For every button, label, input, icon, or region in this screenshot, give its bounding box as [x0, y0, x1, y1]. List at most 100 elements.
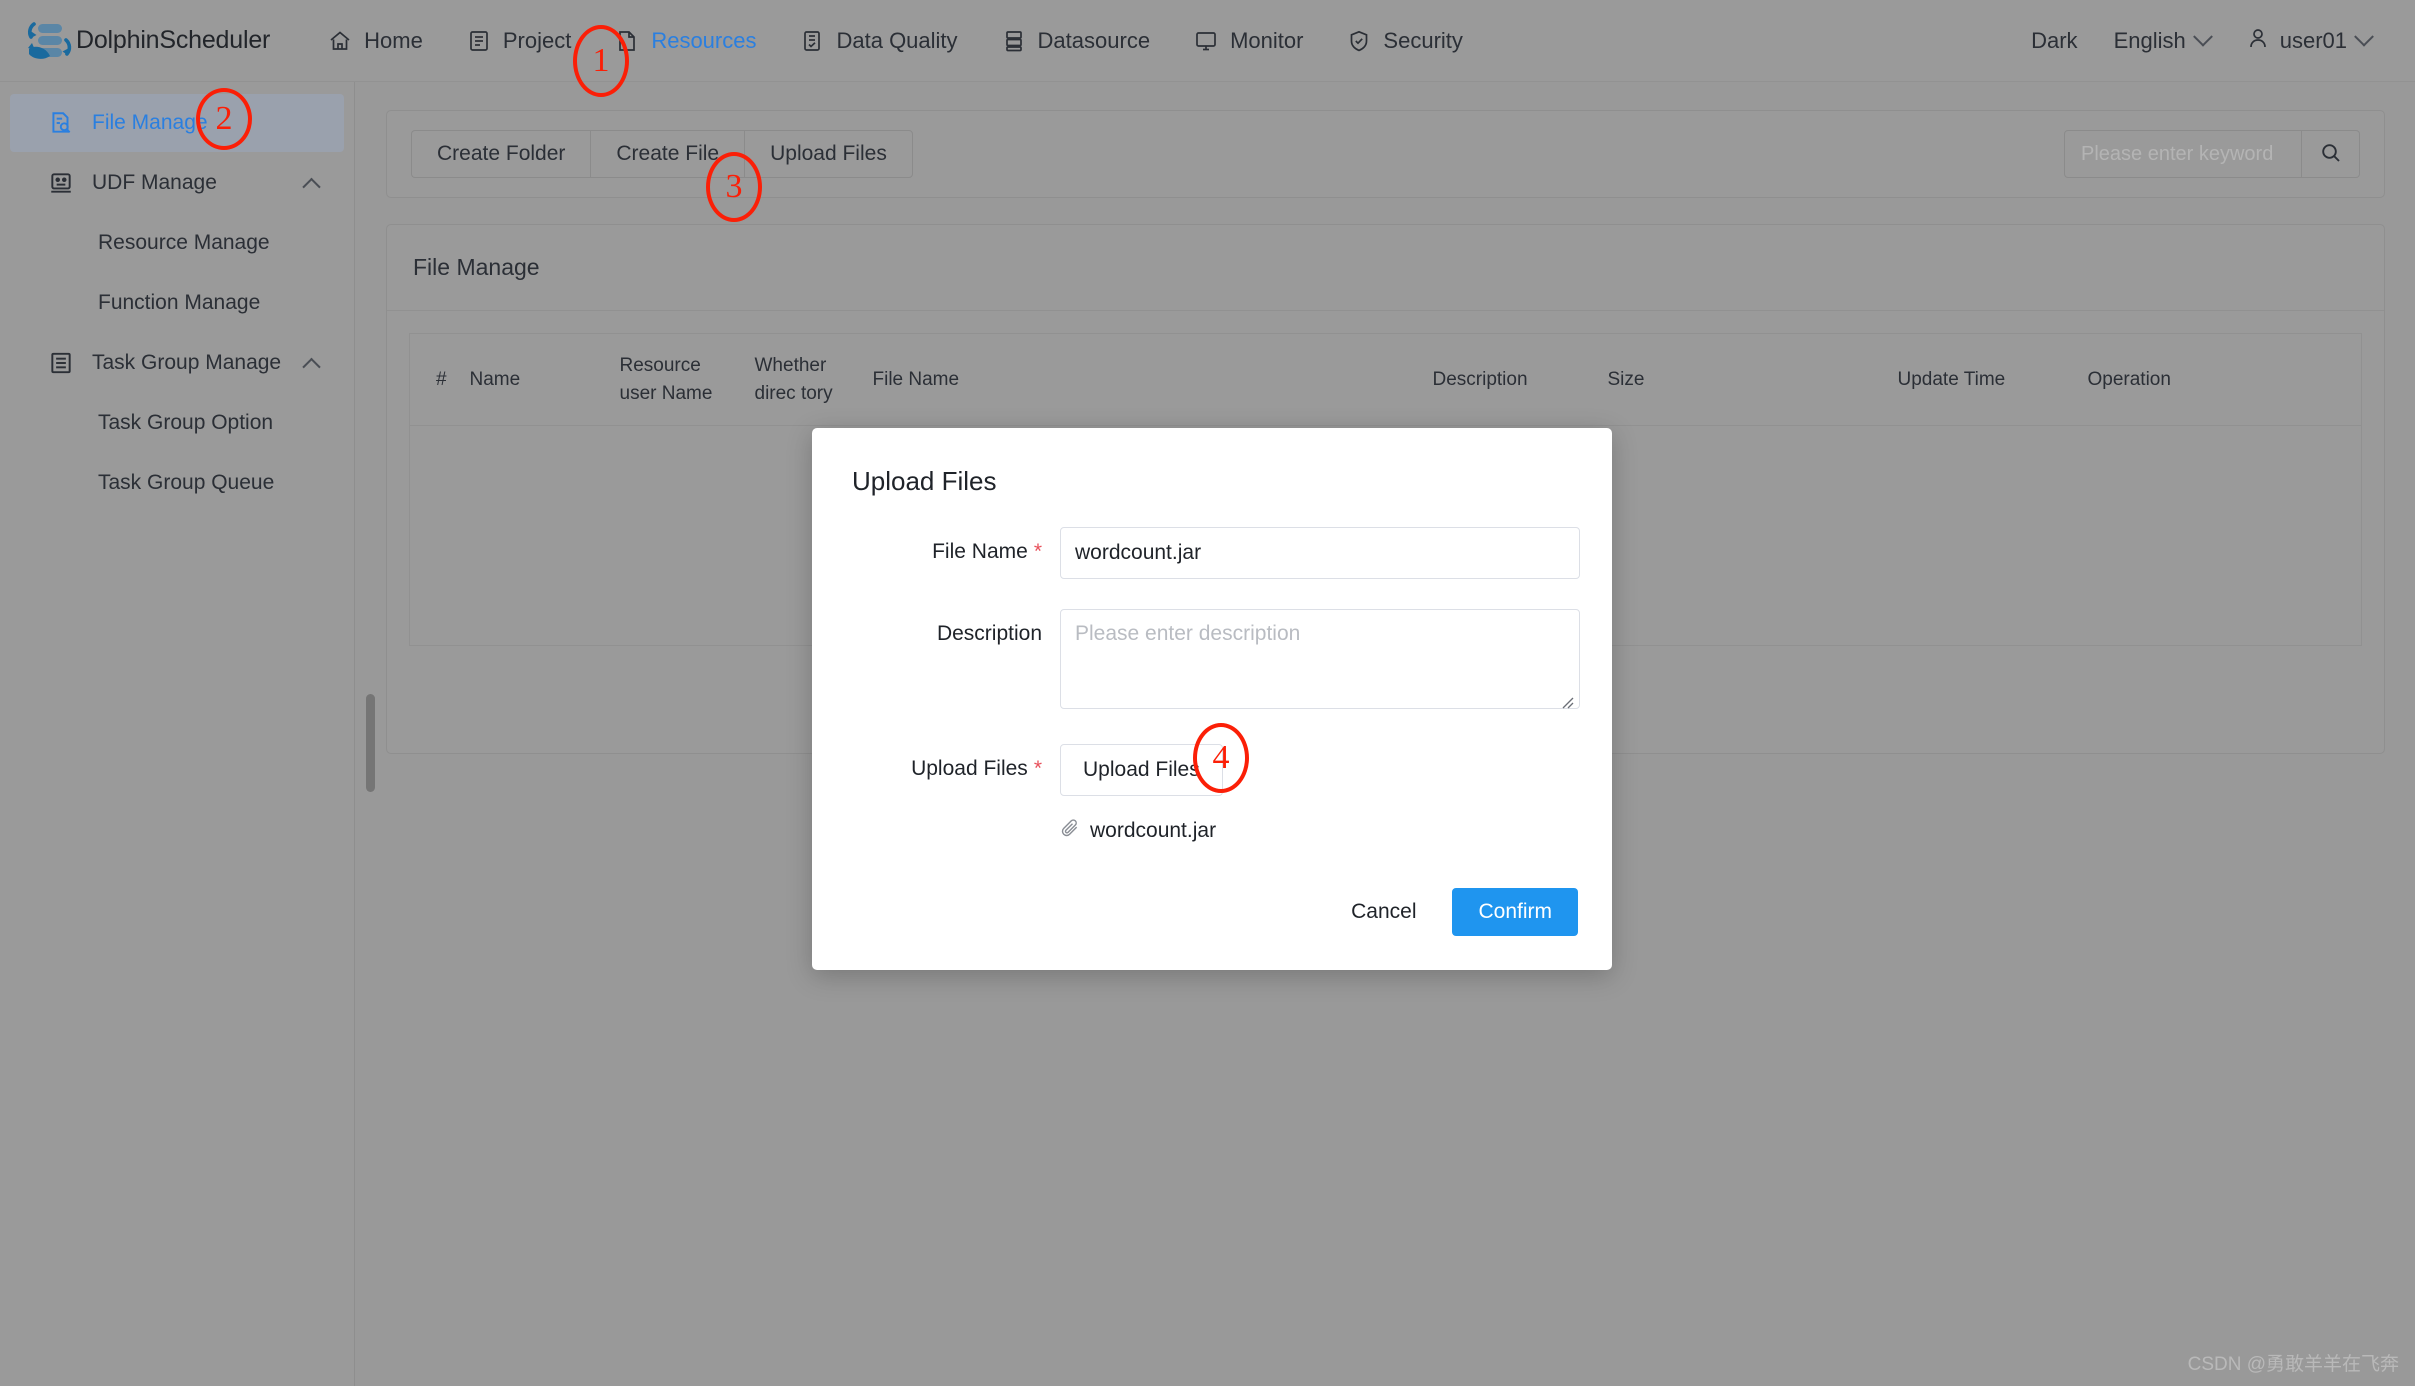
header-right-actions: Dark English user01 — [2013, 0, 2389, 82]
description-textarea[interactable] — [1060, 609, 1580, 709]
app-shell: DolphinScheduler Home Project Resources … — [0, 0, 2415, 1386]
column-index: # — [409, 333, 462, 427]
annotation-marker-4: 4 — [1193, 723, 1249, 793]
theme-toggle[interactable]: Dark — [2013, 28, 2095, 54]
sidebar-item-task-group-manage[interactable]: Task Group Manage — [10, 334, 344, 392]
toolbar-button-group: Create Folder Create File Upload Files — [411, 130, 913, 178]
udf-manage-icon — [48, 170, 82, 196]
task-group-icon — [48, 350, 82, 376]
search-area — [2064, 130, 2360, 178]
search-button[interactable] — [2302, 130, 2360, 178]
required-asterisk: * — [1033, 757, 1042, 780]
watermark: CSDN @勇敢羊羊在飞奔 — [2187, 1354, 2399, 1375]
sidebar-item-task-group-queue[interactable]: Task Group Queue — [10, 454, 344, 512]
upload-files-button[interactable]: Upload Files — [744, 130, 913, 178]
data-quality-icon — [800, 29, 824, 53]
upload-files-label-text: Upload Files — [911, 757, 1028, 780]
dialog-footer: Cancel Confirm — [1329, 888, 1578, 936]
toolbar-card: Create Folder Create File Upload Files — [386, 110, 2385, 198]
brand-name: DolphinScheduler — [76, 26, 271, 54]
nav-label-datasource: Datasource — [1037, 27, 1151, 53]
chevron-up-icon[interactable] — [302, 177, 321, 197]
cancel-button[interactable]: Cancel — [1329, 888, 1438, 936]
monitor-icon — [1194, 29, 1218, 53]
sidebar-item-udf-manage[interactable]: UDF Manage — [10, 154, 344, 212]
nav-label-project: Project — [502, 27, 572, 53]
nav-item-monitor[interactable]: Monitor — [1172, 0, 1325, 82]
brand-logo[interactable]: DolphinScheduler — [22, 18, 270, 64]
column-file-name: File Name — [864, 333, 1425, 427]
home-icon — [328, 29, 352, 53]
description-label: Description — [936, 622, 1042, 645]
create-folder-button[interactable]: Create Folder — [411, 130, 591, 178]
file-name-label-text: File Name — [932, 540, 1028, 563]
chevron-up-icon[interactable] — [302, 357, 321, 377]
sidebar-item-resource-manage[interactable]: Resource Manage — [10, 214, 344, 272]
user-name-label: user01 — [2279, 28, 2347, 53]
file-name-input[interactable] — [1060, 527, 1580, 579]
uploaded-file-item[interactable]: wordcount.jar — [1060, 818, 1223, 844]
column-name: Name — [461, 333, 612, 427]
upload-files-label: Upload Files * — [812, 744, 1042, 781]
sidebar-item-function-manage[interactable]: Function Manage — [10, 274, 344, 332]
sidebar-label: UDF Manage — [92, 171, 217, 194]
nav-item-project[interactable]: Project — [445, 0, 593, 82]
column-update-time: Update Time — [1889, 333, 2080, 427]
main-nav: Home Project Resources Data Quality Data… — [306, 0, 1485, 82]
app-root: DolphinScheduler Home Project Resources … — [0, 0, 2430, 1394]
column-resource-user-name: Resource user Name — [611, 333, 747, 427]
required-asterisk: * — [1033, 540, 1042, 563]
security-icon — [1347, 29, 1371, 53]
sidebar-label: Resource Manage — [98, 231, 270, 254]
nav-item-security[interactable]: Security — [1325, 0, 1484, 82]
sidebar-label: Task Group Queue — [98, 471, 275, 494]
top-header: DolphinScheduler Home Project Resources … — [0, 0, 2415, 82]
column-operation: Operation — [2079, 333, 2362, 427]
nav-label-security: Security — [1383, 27, 1463, 53]
file-name-field-wrap — [1060, 527, 1580, 579]
sidebar-label: File Manage — [92, 111, 208, 134]
paperclip-icon — [1060, 818, 1080, 844]
sidebar-label: Task Group Option — [98, 411, 274, 434]
annotation-marker-2: 2 — [196, 88, 252, 150]
nav-item-data-quality[interactable]: Data Quality — [778, 0, 979, 82]
confirm-button[interactable]: Confirm — [1452, 888, 1578, 936]
project-icon — [467, 29, 491, 53]
dolphin-logo-icon — [22, 18, 74, 64]
search-input[interactable] — [2064, 130, 2302, 178]
chevron-down-icon — [2192, 26, 2213, 47]
sidebar-label: Function Manage — [98, 291, 261, 314]
user-icon — [2246, 26, 2270, 56]
sidebar-label: Task Group Manage — [92, 351, 282, 374]
user-menu[interactable]: user01 — [2228, 26, 2389, 56]
uploaded-file-name: wordcount.jar — [1090, 819, 1217, 842]
column-whether-directory: Whether direc tory — [746, 333, 865, 427]
nav-label-resources: Resources — [651, 27, 757, 53]
annotation-marker-1: 1 — [573, 25, 629, 97]
column-size: Size — [1599, 333, 1890, 427]
nav-label-monitor: Monitor — [1230, 27, 1304, 53]
language-label: English — [2113, 28, 2186, 53]
chevron-down-icon — [2354, 26, 2374, 47]
nav-item-datasource[interactable]: Datasource — [980, 0, 1173, 82]
nav-label-home: Home — [364, 27, 423, 53]
sidebar-item-file-manage[interactable]: File Manage — [10, 94, 344, 152]
language-selector[interactable]: English — [2096, 26, 2228, 54]
search-icon — [2319, 141, 2343, 168]
content-scrollbar-thumb[interactable] — [366, 694, 375, 792]
annotation-marker-3: 3 — [706, 152, 762, 222]
form-row-description: Description — [812, 609, 1612, 714]
description-field-wrap — [1060, 609, 1580, 714]
file-name-label: File Name * — [812, 527, 1042, 564]
file-manage-icon — [48, 110, 82, 136]
upload-files-dialog: Upload Files File Name* Description — [812, 428, 1612, 970]
form-row-file-name: File Name * — [812, 527, 1612, 579]
theme-label: Dark — [2031, 28, 2078, 53]
column-description: Description — [1424, 333, 1600, 427]
table-head: # Name Resource user Name Whether direc … — [409, 333, 2362, 427]
sidebar-item-task-group-option[interactable]: Task Group Option — [10, 394, 344, 452]
nav-item-home[interactable]: Home — [306, 0, 445, 82]
dialog-title: Upload Files — [852, 466, 997, 496]
datasource-icon — [1002, 29, 1026, 53]
page-title: File Manage — [387, 225, 2384, 311]
